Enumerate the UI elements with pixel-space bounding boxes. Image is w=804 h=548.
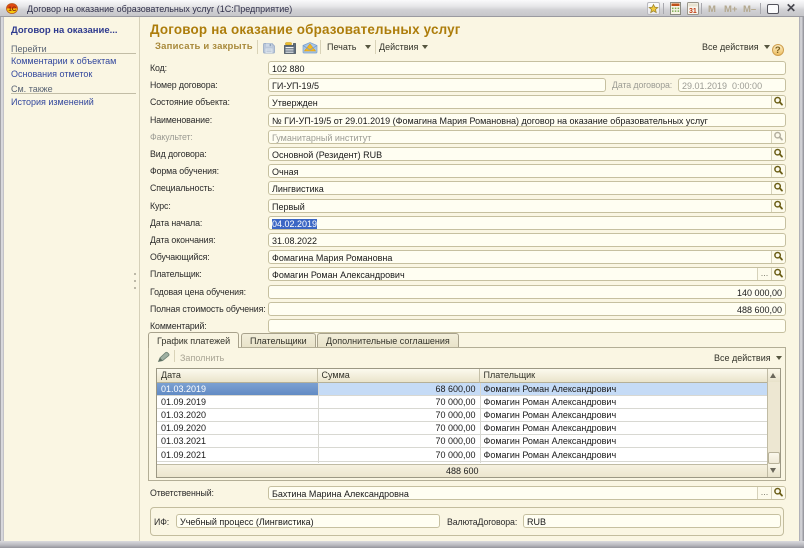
svg-text:31: 31 — [689, 8, 697, 15]
svg-text:1С: 1С — [8, 6, 17, 13]
